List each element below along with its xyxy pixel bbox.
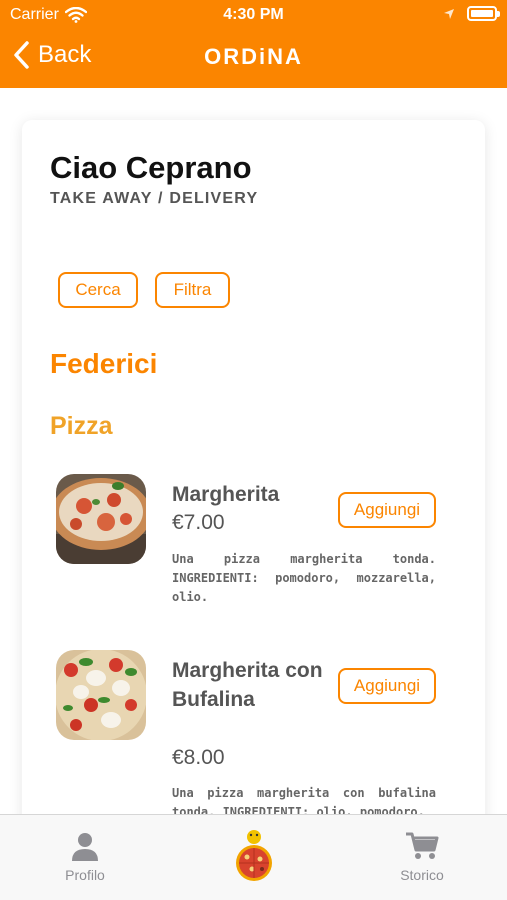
- pizza-bufalina-image: [56, 650, 146, 740]
- add-button[interactable]: Aggiungi: [338, 492, 436, 528]
- tab-profile-label: Profilo: [65, 867, 105, 883]
- filter-button[interactable]: Filtra: [155, 272, 230, 308]
- cart-icon: [406, 832, 439, 859]
- tab-history-label: Storico: [400, 867, 444, 883]
- search-button[interactable]: Cerca: [58, 272, 138, 308]
- add-button[interactable]: Aggiungi: [338, 668, 436, 704]
- app-screen: Carrier 4:30 PM Back ORDiNA Ciao Ceprano…: [0, 0, 507, 900]
- item-price: €8.00: [172, 746, 225, 769]
- pizza-margherita-image: [56, 474, 146, 564]
- item-description: Una pizza margherita tonda. INGREDIENTI:…: [172, 552, 436, 604]
- nav-bar: Back ORDiNA: [0, 32, 507, 82]
- content-scroll[interactable]: Ciao Ceprano TAKE AWAY / DELIVERY Cerca …: [0, 88, 507, 814]
- tab-profile[interactable]: Profilo: [35, 831, 135, 883]
- pizza-logo-icon: [236, 830, 272, 881]
- battery-icon: [467, 6, 500, 21]
- restaurant-card: Ciao Ceprano TAKE AWAY / DELIVERY Cerca …: [22, 120, 485, 814]
- status-right: [443, 6, 500, 21]
- restaurant-subtitle: TAKE AWAY / DELIVERY: [50, 190, 259, 207]
- location-arrow-icon: [444, 8, 454, 19]
- tab-history[interactable]: Storico: [372, 831, 472, 883]
- tab-home[interactable]: [232, 827, 276, 887]
- item-price: €7.00: [172, 511, 225, 534]
- item-description: Una pizza margherita con bufalina tonda.…: [172, 786, 436, 814]
- category-title: Pizza: [50, 412, 113, 440]
- menu-item: Margherita con Bufalina €8.00 Aggiungi U…: [56, 650, 456, 814]
- app-title: ORDiNA: [204, 44, 303, 69]
- restaurant-name: Ciao Ceprano: [50, 150, 252, 185]
- status-bar: Carrier 4:30 PM: [0, 0, 507, 30]
- item-name: Margherita con Bufalina: [172, 659, 323, 711]
- person-icon: [72, 833, 98, 861]
- menu-item: Margherita €7.00 Aggiungi Una pizza marg…: [56, 474, 456, 614]
- section-title: Federici: [50, 348, 158, 379]
- header: Carrier 4:30 PM Back ORDiNA: [0, 0, 507, 88]
- item-name: Margherita: [172, 483, 280, 506]
- tab-bar: Profilo Storico: [0, 814, 507, 900]
- status-time: 4:30 PM: [223, 6, 284, 23]
